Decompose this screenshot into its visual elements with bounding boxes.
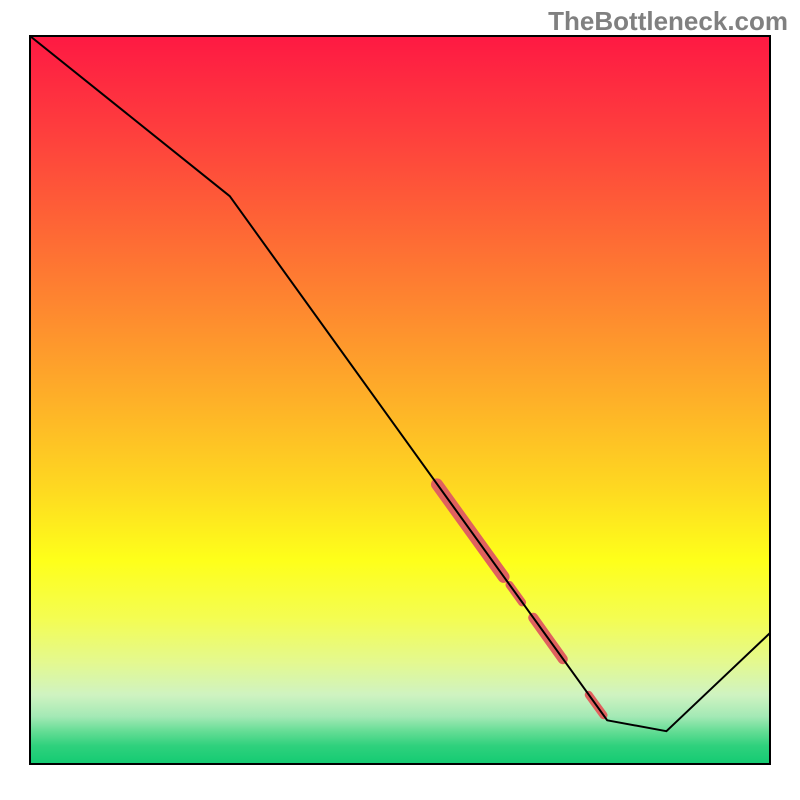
chart-stage: TheBottleneck.com xyxy=(0,0,800,800)
chart-background xyxy=(30,36,770,764)
chart-canvas xyxy=(0,0,800,800)
watermark-text: TheBottleneck.com xyxy=(548,6,788,37)
